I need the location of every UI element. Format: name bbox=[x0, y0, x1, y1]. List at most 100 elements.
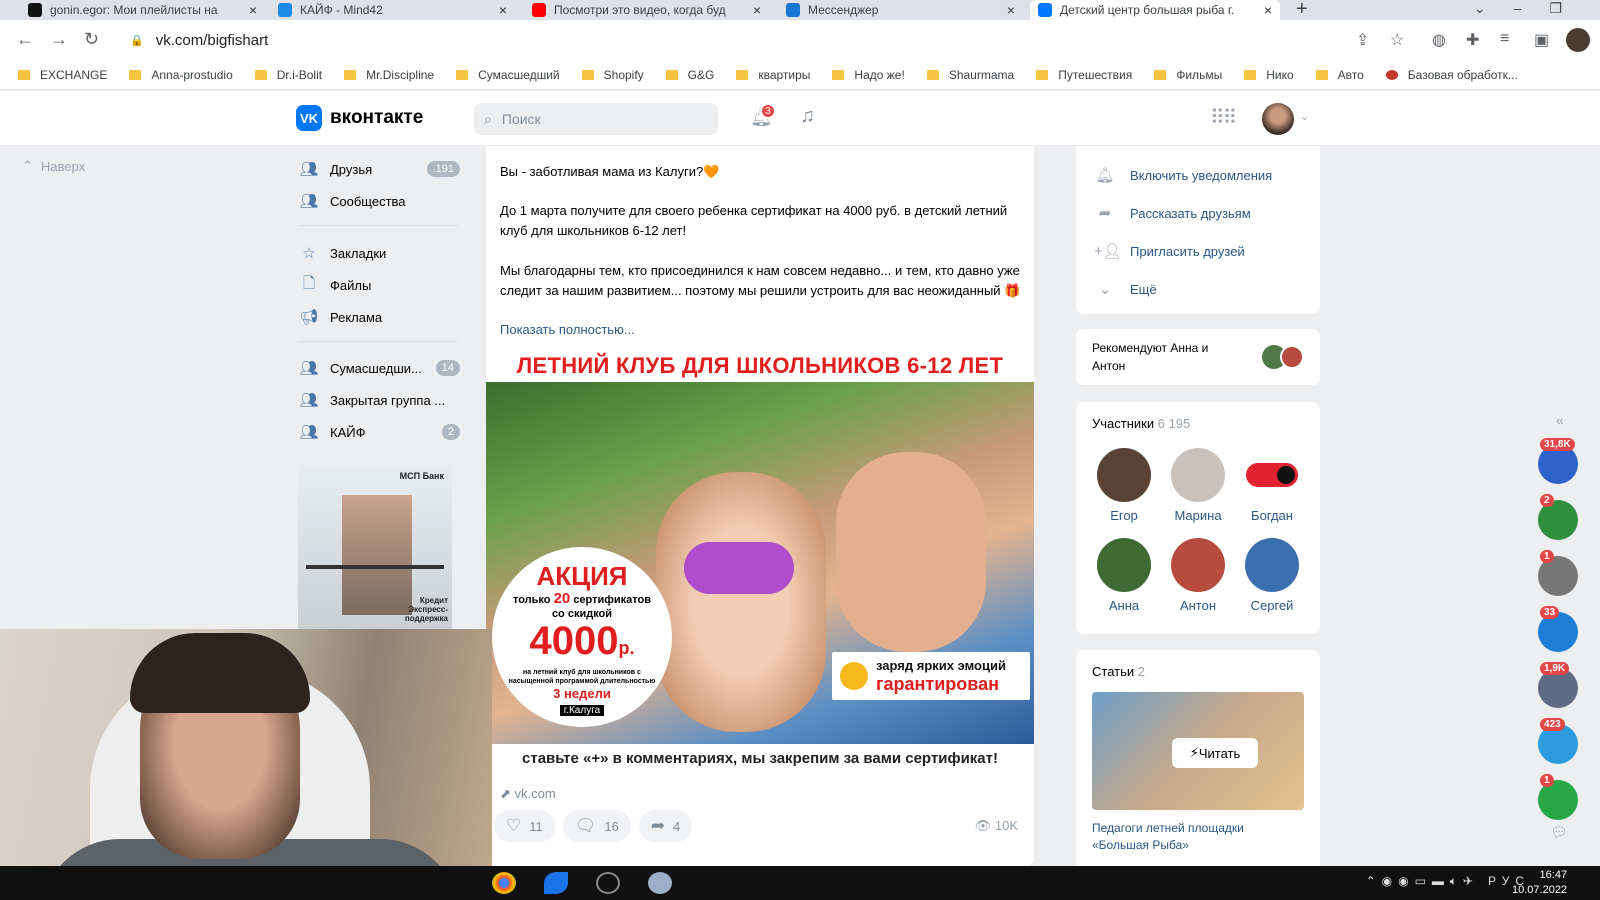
bookmark-item[interactable]: Фильмы bbox=[1154, 68, 1222, 82]
bookmark-item[interactable]: G&G bbox=[665, 68, 714, 82]
vpn-extension-icon[interactable]: ◍ bbox=[1432, 30, 1446, 50]
member-sergey[interactable]: Сергей bbox=[1240, 538, 1304, 613]
sidebar-item-friends[interactable]: 👥︎ Друзья .191 bbox=[298, 155, 460, 183]
recommendations-card[interactable]: Рекомендуют Анна и Антон bbox=[1076, 329, 1320, 385]
sidebar-item-group-3[interactable]: 👥︎ КАЙФ 2 bbox=[298, 418, 460, 446]
close-tab-icon[interactable]: × bbox=[753, 2, 761, 18]
bookmark-item[interactable]: Надо же! bbox=[832, 68, 905, 82]
system-tray[interactable]: ⌃◉◉▭▬🔈︎✈︎ РУС bbox=[1366, 874, 1530, 889]
collapse-rail-icon[interactable]: « bbox=[1556, 412, 1564, 428]
address-bar[interactable]: 🔒 vk.com/bigfishart bbox=[118, 24, 1408, 56]
bookmark-item[interactable]: Авто bbox=[1315, 67, 1364, 82]
members-header[interactable]: Участники 6 195 bbox=[1092, 416, 1190, 431]
enable-notifications-button[interactable]: 🔔︎ Включить уведомления bbox=[1076, 156, 1320, 194]
app-taskbar-icon[interactable] bbox=[648, 872, 672, 894]
media-icon[interactable]: ≡ bbox=[1500, 30, 1509, 48]
music-icon[interactable]: ♫ bbox=[800, 105, 815, 128]
window-controls[interactable]: ⌄–❐ bbox=[1474, 0, 1590, 17]
invite-friends-button[interactable]: +👤︎ Пригласить друзей bbox=[1076, 232, 1320, 270]
like-button[interactable]: ♡ 11 bbox=[494, 810, 555, 842]
articles-header[interactable]: Статьи 2 bbox=[1092, 664, 1145, 679]
sidebar-item-files[interactable]: 🗋 Файлы bbox=[298, 271, 460, 299]
app-taskbar-icon[interactable] bbox=[596, 872, 620, 894]
member-bogdan[interactable]: Богдан bbox=[1240, 448, 1304, 523]
sidebar-item-communities[interactable]: 👥︎ Сообщества bbox=[298, 187, 460, 215]
close-tab-icon[interactable]: × bbox=[1264, 2, 1272, 18]
friend-avatar-anton bbox=[1280, 345, 1304, 369]
chat-bubble[interactable]: 1 bbox=[1538, 550, 1578, 596]
post-photo[interactable]: АКЦИЯ только 20 сертификатов со скидкой … bbox=[486, 382, 1034, 744]
sidepanel-icon[interactable]: ▣ bbox=[1534, 30, 1549, 50]
sidebar-item-group-2[interactable]: 👥︎ Закрытая группа ... bbox=[298, 386, 460, 414]
messenger-icon[interactable]: 💬︎ bbox=[1550, 824, 1568, 841]
new-tab-icon[interactable]: + bbox=[1296, 0, 1308, 21]
chevron-down-icon[interactable]: ⌄ bbox=[1300, 110, 1309, 123]
member-marina[interactable]: Марина bbox=[1166, 448, 1230, 523]
sidebar-item-ads[interactable]: 📢︎ Реклама bbox=[298, 303, 460, 331]
browser-tab-active[interactable]: Детский центр большая рыба г. × bbox=[1030, 0, 1280, 20]
close-tab-icon[interactable]: × bbox=[1007, 2, 1015, 18]
bookmark-item[interactable]: Shaurmama bbox=[926, 68, 1014, 82]
browser-profile-avatar[interactable] bbox=[1566, 28, 1590, 52]
bookmark-item[interactable]: Сумасшедший bbox=[456, 68, 560, 82]
chat-bubble[interactable]: 31,8K bbox=[1538, 438, 1578, 484]
browser-tab-4[interactable]: Мессенджер × bbox=[778, 0, 1023, 20]
sidebar-item-group-1[interactable]: 👥︎ Сумасшедши... 14 bbox=[298, 354, 460, 382]
browser-tab-1[interactable]: gonin.egor: Мои плейлисты на × bbox=[20, 0, 265, 20]
forward-icon[interactable]: → bbox=[50, 29, 68, 50]
chat-bubble[interactable]: 423 bbox=[1538, 718, 1578, 764]
bookmark-item[interactable]: Dr.i-Bolit bbox=[254, 68, 322, 82]
article-cover[interactable]: ⚡︎ Читать bbox=[1092, 692, 1304, 810]
sidebar-ad-banner[interactable]: МСП Банк Кредит Экспресс-поддержка bbox=[298, 465, 452, 629]
member-anna[interactable]: Анна bbox=[1092, 538, 1156, 613]
bookmark-item[interactable]: квартиры bbox=[736, 68, 810, 82]
search-input[interactable]: ⌕ Поиск bbox=[474, 103, 718, 135]
articles-count: 2 bbox=[1137, 664, 1145, 679]
close-tab-icon[interactable]: × bbox=[249, 2, 257, 18]
member-egor[interactable]: Егор bbox=[1092, 448, 1156, 523]
bookmark-item[interactable]: Путешествия bbox=[1036, 68, 1132, 82]
more-button[interactable]: ⌄ Ещё bbox=[1076, 270, 1320, 308]
scroll-to-top-button[interactable]: ⌃ Наверх bbox=[22, 158, 85, 174]
chat-bubble[interactable]: 2 bbox=[1538, 494, 1578, 540]
bookmark-label: Авто bbox=[1337, 67, 1364, 82]
browser-tab-3[interactable]: Посмотри это видео, когда буд × bbox=[524, 0, 769, 20]
member-avatar bbox=[1097, 448, 1151, 502]
bookmark-item[interactable]: Shopify bbox=[581, 68, 644, 82]
tell-friends-button[interactable]: ➦ Рассказать друзьям bbox=[1076, 194, 1320, 232]
bookmark-item[interactable]: EXCHANGE bbox=[18, 68, 107, 82]
show-more-link[interactable]: Показать полностью... bbox=[500, 322, 635, 337]
sidebar-item-bookmarks[interactable]: ☆ Закладки bbox=[298, 239, 460, 267]
taskbar-clock[interactable]: 16:47 10.07.2022 bbox=[1512, 868, 1567, 898]
folder-icon bbox=[344, 69, 357, 80]
chat-bubble[interactable]: 1 bbox=[1538, 774, 1578, 820]
bookmark-item[interactable]: Mr.Discipline bbox=[344, 68, 434, 82]
bookmark-item[interactable]: Нико bbox=[1244, 68, 1294, 82]
chat-bubble[interactable]: 33 bbox=[1538, 606, 1578, 652]
bookmark-item[interactable]: Базовая обработк... bbox=[1385, 68, 1518, 82]
user-avatar[interactable] bbox=[1262, 103, 1294, 135]
chrome-taskbar-icon[interactable] bbox=[492, 872, 516, 894]
extensions-icon[interactable]: ✚ bbox=[1466, 30, 1479, 50]
bookmark-item[interactable]: Anna-prostudio bbox=[129, 68, 233, 82]
read-article-button[interactable]: ⚡︎ Читать bbox=[1172, 738, 1258, 768]
browser-tab-2[interactable]: КАЙФ - Mind42 × bbox=[270, 0, 515, 20]
apps-grid-icon[interactable]: ⠿⠿ bbox=[1210, 105, 1237, 130]
chat-unread-badge: 33 bbox=[1540, 606, 1560, 619]
reload-icon[interactable]: ↻ bbox=[84, 29, 99, 50]
group-icon: 👥︎ bbox=[299, 392, 319, 409]
share-page-icon[interactable]: ⇪ bbox=[1356, 30, 1369, 50]
comment-button[interactable]: 🗨︎ 16 bbox=[562, 810, 631, 842]
article-title[interactable]: Педагоги летней площадки «Большая Рыба» bbox=[1092, 820, 1304, 854]
app-taskbar-icon[interactable] bbox=[544, 872, 568, 894]
close-tab-icon[interactable]: × bbox=[499, 2, 507, 18]
post-source-link[interactable]: ⬈ vk.com bbox=[500, 786, 556, 802]
back-icon[interactable]: ← bbox=[16, 29, 34, 50]
star-icon[interactable]: ☆ bbox=[1390, 30, 1404, 50]
member-anton[interactable]: Антон bbox=[1166, 538, 1230, 613]
chevron-down-icon: ⌄ bbox=[1098, 281, 1112, 298]
share-button[interactable]: ➦ 4 bbox=[638, 810, 693, 842]
chat-bubble[interactable]: 1,9K bbox=[1538, 662, 1578, 708]
vk-logo[interactable]: VK вконтакте bbox=[296, 105, 423, 131]
folder-icon bbox=[129, 69, 142, 80]
